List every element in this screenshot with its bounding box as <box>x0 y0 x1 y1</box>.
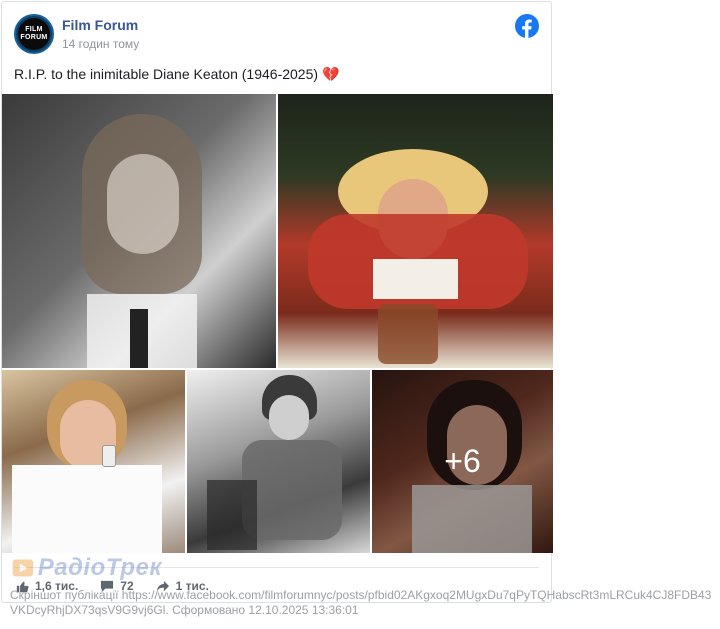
more-photos-overlay[interactable]: +6 <box>372 370 553 553</box>
post-timestamp[interactable]: 14 годин тому <box>62 37 139 51</box>
photo-1-portrait[interactable] <box>2 94 276 368</box>
broken-heart-emoji: 💔 <box>321 66 340 82</box>
more-photos-count: +6 <box>444 443 481 479</box>
watermark-text: РадіоТрек <box>37 554 162 581</box>
photo-3-phone[interactable] <box>2 370 185 553</box>
page-name-link[interactable]: Film Forum <box>62 17 138 33</box>
avatar-text-top: FILM <box>25 26 43 33</box>
avatar-logo: FILM FORUM <box>18 18 50 50</box>
screenshot-caption: Скріншот публікації https://www.facebook… <box>10 588 712 617</box>
post-message-text: R.I.P. to the inimitable Diane Keaton (1… <box>14 66 319 82</box>
facebook-logo-icon[interactable] <box>515 14 539 38</box>
watermark-play-logo-icon <box>12 559 34 577</box>
page-avatar[interactable]: FILM FORUM <box>14 14 54 54</box>
avatar-text-bottom: FORUM <box>20 34 48 41</box>
photo-4-chair[interactable] <box>187 370 370 553</box>
post-header: FILM FORUM Film Forum 14 годин тому <box>14 14 539 54</box>
radiotrek-watermark: РадіоТрек <box>12 548 162 588</box>
post-message: R.I.P. to the inimitable Diane Keaton (1… <box>14 66 339 83</box>
photo-grid: +6 <box>2 94 553 553</box>
facebook-post-card: FILM FORUM Film Forum 14 годин тому R.I.… <box>1 1 553 603</box>
photo-2-hat[interactable] <box>278 94 553 368</box>
photo-5-more[interactable]: +6 <box>372 370 553 553</box>
